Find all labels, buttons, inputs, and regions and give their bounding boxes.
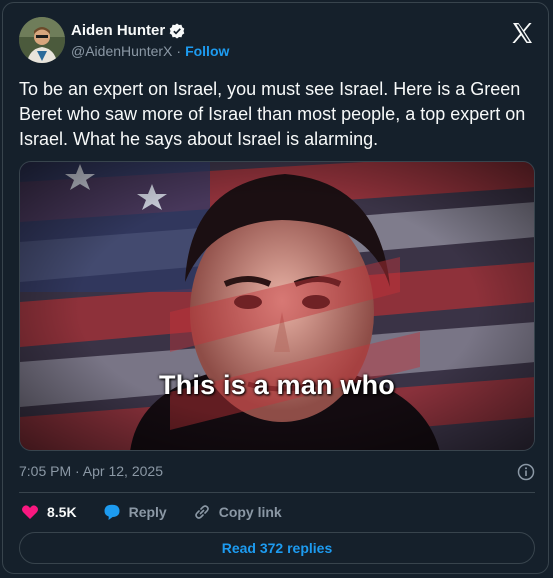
- tweet-video[interactable]: This is a man who: [19, 161, 535, 451]
- copy-link-button[interactable]: Copy link: [193, 503, 282, 521]
- divider: [19, 492, 535, 493]
- x-logo-icon[interactable]: [510, 21, 534, 45]
- heart-icon: [22, 505, 38, 519]
- video-caption: This is a man who: [159, 370, 395, 400]
- reply-button[interactable]: Reply: [103, 503, 167, 521]
- timestamp[interactable]: 7:05 PM · Apr 12, 2025: [19, 463, 163, 479]
- follow-button[interactable]: Follow: [185, 43, 229, 59]
- video-frame: [20, 162, 534, 450]
- author-name[interactable]: Aiden Hunter: [71, 22, 165, 39]
- timestamp-row: 7:05 PM · Apr 12, 2025: [19, 463, 535, 483]
- like-button[interactable]: 8.5K: [21, 503, 77, 521]
- link-icon: [194, 505, 209, 519]
- like-count: 8.5K: [47, 504, 77, 520]
- reply-bubble-icon: [104, 504, 120, 520]
- handle-row: @AidenHunterX · Follow: [71, 43, 229, 59]
- separator-dot: ·: [176, 43, 182, 59]
- read-replies-button[interactable]: Read 372 replies: [19, 532, 535, 564]
- tweet-header: Aiden Hunter @AidenHunterX · Follow: [19, 17, 534, 63]
- info-icon[interactable]: [517, 463, 535, 481]
- author-name-row: Aiden Hunter: [71, 22, 185, 39]
- action-bar: 8.5K Reply Copy link: [21, 501, 308, 523]
- tweet-text: To be an expert on Israel, you must see …: [19, 79, 526, 149]
- copy-link-label: Copy link: [218, 504, 282, 520]
- verified-badge-icon: [169, 23, 185, 39]
- tweet-card: Aiden Hunter @AidenHunterX · Follow To b…: [2, 2, 549, 574]
- reply-label: Reply: [128, 504, 167, 520]
- avatar[interactable]: [19, 17, 65, 63]
- author-handle[interactable]: @AidenHunterX: [71, 43, 172, 59]
